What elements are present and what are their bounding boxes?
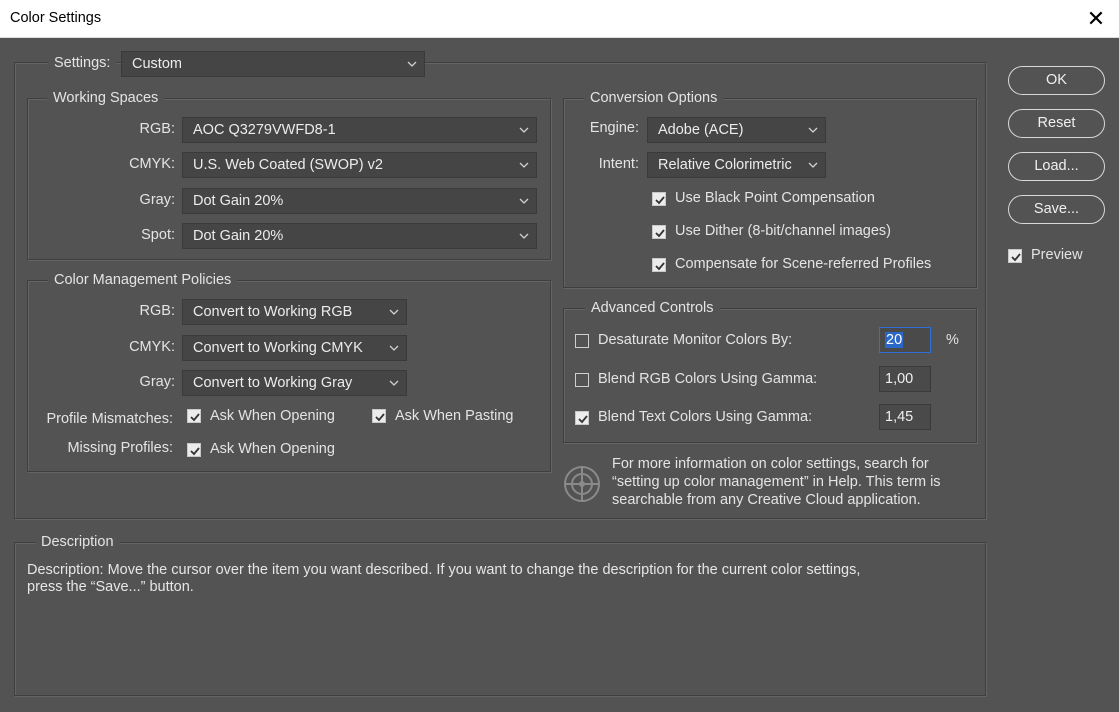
chevron-down-icon bbox=[807, 153, 819, 177]
policy-gray-value: Convert to Working Gray bbox=[193, 375, 353, 391]
black-point-label: Use Black Point Compensation bbox=[675, 190, 875, 206]
ask-opening-mismatch-checkbox[interactable] bbox=[187, 409, 201, 423]
chevron-down-icon bbox=[807, 118, 819, 142]
ws-spot-select[interactable]: Dot Gain 20% bbox=[182, 223, 537, 249]
intent-select[interactable]: Relative Colorimetric bbox=[647, 152, 826, 178]
ws-gray-label: Gray: bbox=[139, 192, 175, 208]
blend-rgb-value: 1,00 bbox=[885, 371, 914, 387]
desaturate-checkbox[interactable] bbox=[575, 334, 589, 348]
missing-profiles-label: Missing Profiles: bbox=[67, 440, 173, 456]
checkmark-icon bbox=[578, 415, 588, 424]
desaturate-value: 20 bbox=[885, 332, 904, 348]
ws-gray-value: Dot Gain 20% bbox=[193, 193, 284, 209]
chevron-down-icon bbox=[518, 153, 530, 177]
blend-rgb-input[interactable]: 1,00 bbox=[879, 366, 931, 392]
chevron-down-icon bbox=[518, 224, 530, 248]
blend-text-checkbox[interactable] bbox=[575, 411, 589, 425]
advanced-title: Advanced Controls bbox=[585, 300, 720, 316]
blend-text-label: Blend Text Colors Using Gamma: bbox=[598, 409, 813, 425]
scene-referred-label: Compensate for Scene-referred Profiles bbox=[675, 256, 932, 272]
reset-button[interactable]: Reset bbox=[1008, 109, 1105, 138]
info-line-1: For more information on color settings, … bbox=[612, 456, 929, 472]
preview-label: Preview bbox=[1031, 247, 1083, 263]
description-line-2: press the “Save...” button. bbox=[27, 579, 194, 595]
dither-label: Use Dither (8-bit/channel images) bbox=[675, 223, 891, 239]
ws-spot-label: Spot: bbox=[141, 227, 175, 243]
policy-cmyk-select[interactable]: Convert to Working CMYK bbox=[182, 335, 407, 361]
policy-cmyk-label: CMYK: bbox=[129, 339, 175, 355]
ws-gray-select[interactable]: Dot Gain 20% bbox=[182, 188, 537, 214]
checkmark-icon bbox=[190, 447, 200, 456]
ask-opening-missing-checkbox[interactable] bbox=[187, 443, 201, 457]
engine-value: Adobe (ACE) bbox=[658, 122, 744, 138]
checkmark-icon bbox=[375, 413, 385, 422]
title-bar: Color Settings ✕ bbox=[0, 0, 1119, 38]
ask-opening-mismatch-label: Ask When Opening bbox=[210, 408, 335, 424]
load-button[interactable]: Load... bbox=[1008, 152, 1105, 181]
ws-cmyk-select[interactable]: U.S. Web Coated (SWOP) v2 bbox=[182, 152, 537, 178]
ws-rgb-value: AOC Q3279VWFD8-1 bbox=[193, 122, 336, 138]
info-line-3: searchable from any Creative Cloud appli… bbox=[612, 492, 921, 508]
ws-rgb-label: RGB: bbox=[139, 121, 175, 137]
ask-opening-missing-label: Ask When Opening bbox=[210, 441, 335, 457]
settings-select-value: Custom bbox=[132, 56, 182, 72]
profile-mismatches-label: Profile Mismatches: bbox=[46, 411, 173, 427]
checkmark-icon bbox=[655, 196, 665, 205]
settings-label: Settings: bbox=[48, 55, 117, 71]
chevron-down-icon bbox=[388, 300, 400, 324]
description-title: Description bbox=[35, 534, 120, 550]
desaturate-input[interactable]: 20 bbox=[879, 327, 931, 353]
policies-title: Color Management Policies bbox=[48, 272, 238, 288]
ask-pasting-mismatch-label: Ask When Pasting bbox=[395, 408, 514, 424]
checkmark-icon bbox=[190, 413, 200, 422]
ask-pasting-mismatch-checkbox[interactable] bbox=[372, 409, 386, 423]
scene-referred-checkbox[interactable] bbox=[652, 258, 666, 272]
close-icon[interactable]: ✕ bbox=[1073, 0, 1119, 38]
checkmark-icon bbox=[655, 262, 665, 271]
ok-button[interactable]: OK bbox=[1008, 66, 1105, 95]
color-wheel-icon bbox=[563, 465, 601, 503]
preview-checkbox[interactable] bbox=[1008, 249, 1022, 263]
blend-text-value: 1,45 bbox=[885, 409, 914, 425]
policy-gray-label: Gray: bbox=[139, 374, 175, 390]
ws-cmyk-value: U.S. Web Coated (SWOP) v2 bbox=[193, 157, 383, 173]
intent-label: Intent: bbox=[598, 156, 639, 172]
policy-rgb-select[interactable]: Convert to Working RGB bbox=[182, 299, 407, 325]
engine-label: Engine: bbox=[589, 120, 639, 136]
chevron-down-icon bbox=[518, 118, 530, 142]
policy-rgb-value: Convert to Working RGB bbox=[193, 304, 353, 320]
chevron-down-icon bbox=[518, 189, 530, 213]
dither-checkbox[interactable] bbox=[652, 225, 666, 239]
ws-rgb-select[interactable]: AOC Q3279VWFD8-1 bbox=[182, 117, 537, 143]
desaturate-label: Desaturate Monitor Colors By: bbox=[598, 332, 793, 348]
description-text: Description: Move the cursor over the it… bbox=[27, 562, 967, 596]
description-line-1: Description: Move the cursor over the it… bbox=[27, 562, 861, 578]
info-line-2: “setting up color management” in Help. T… bbox=[612, 474, 941, 490]
desaturate-unit: % bbox=[946, 332, 959, 348]
engine-select[interactable]: Adobe (ACE) bbox=[647, 117, 826, 143]
checkmark-icon bbox=[1011, 253, 1021, 262]
ws-spot-value: Dot Gain 20% bbox=[193, 228, 284, 244]
black-point-checkbox[interactable] bbox=[652, 192, 666, 206]
policy-rgb-label: RGB: bbox=[139, 303, 175, 319]
chevron-down-icon bbox=[388, 371, 400, 395]
chevron-down-icon bbox=[388, 336, 400, 360]
save-button[interactable]: Save... bbox=[1008, 195, 1105, 224]
chevron-down-icon bbox=[406, 52, 418, 76]
checkmark-icon bbox=[655, 229, 665, 238]
window-title: Color Settings bbox=[10, 10, 102, 26]
conversion-title: Conversion Options bbox=[584, 90, 724, 106]
policy-cmyk-value: Convert to Working CMYK bbox=[193, 340, 363, 356]
intent-value: Relative Colorimetric bbox=[658, 157, 792, 173]
blend-rgb-checkbox[interactable] bbox=[575, 373, 589, 387]
settings-select[interactable]: Custom bbox=[121, 51, 425, 77]
info-text: For more information on color settings, … bbox=[612, 455, 941, 509]
policy-gray-select[interactable]: Convert to Working Gray bbox=[182, 370, 407, 396]
blend-rgb-label: Blend RGB Colors Using Gamma: bbox=[598, 371, 818, 387]
working-spaces-title: Working Spaces bbox=[47, 90, 165, 106]
blend-text-input[interactable]: 1,45 bbox=[879, 404, 931, 430]
ws-cmyk-label: CMYK: bbox=[129, 156, 175, 172]
